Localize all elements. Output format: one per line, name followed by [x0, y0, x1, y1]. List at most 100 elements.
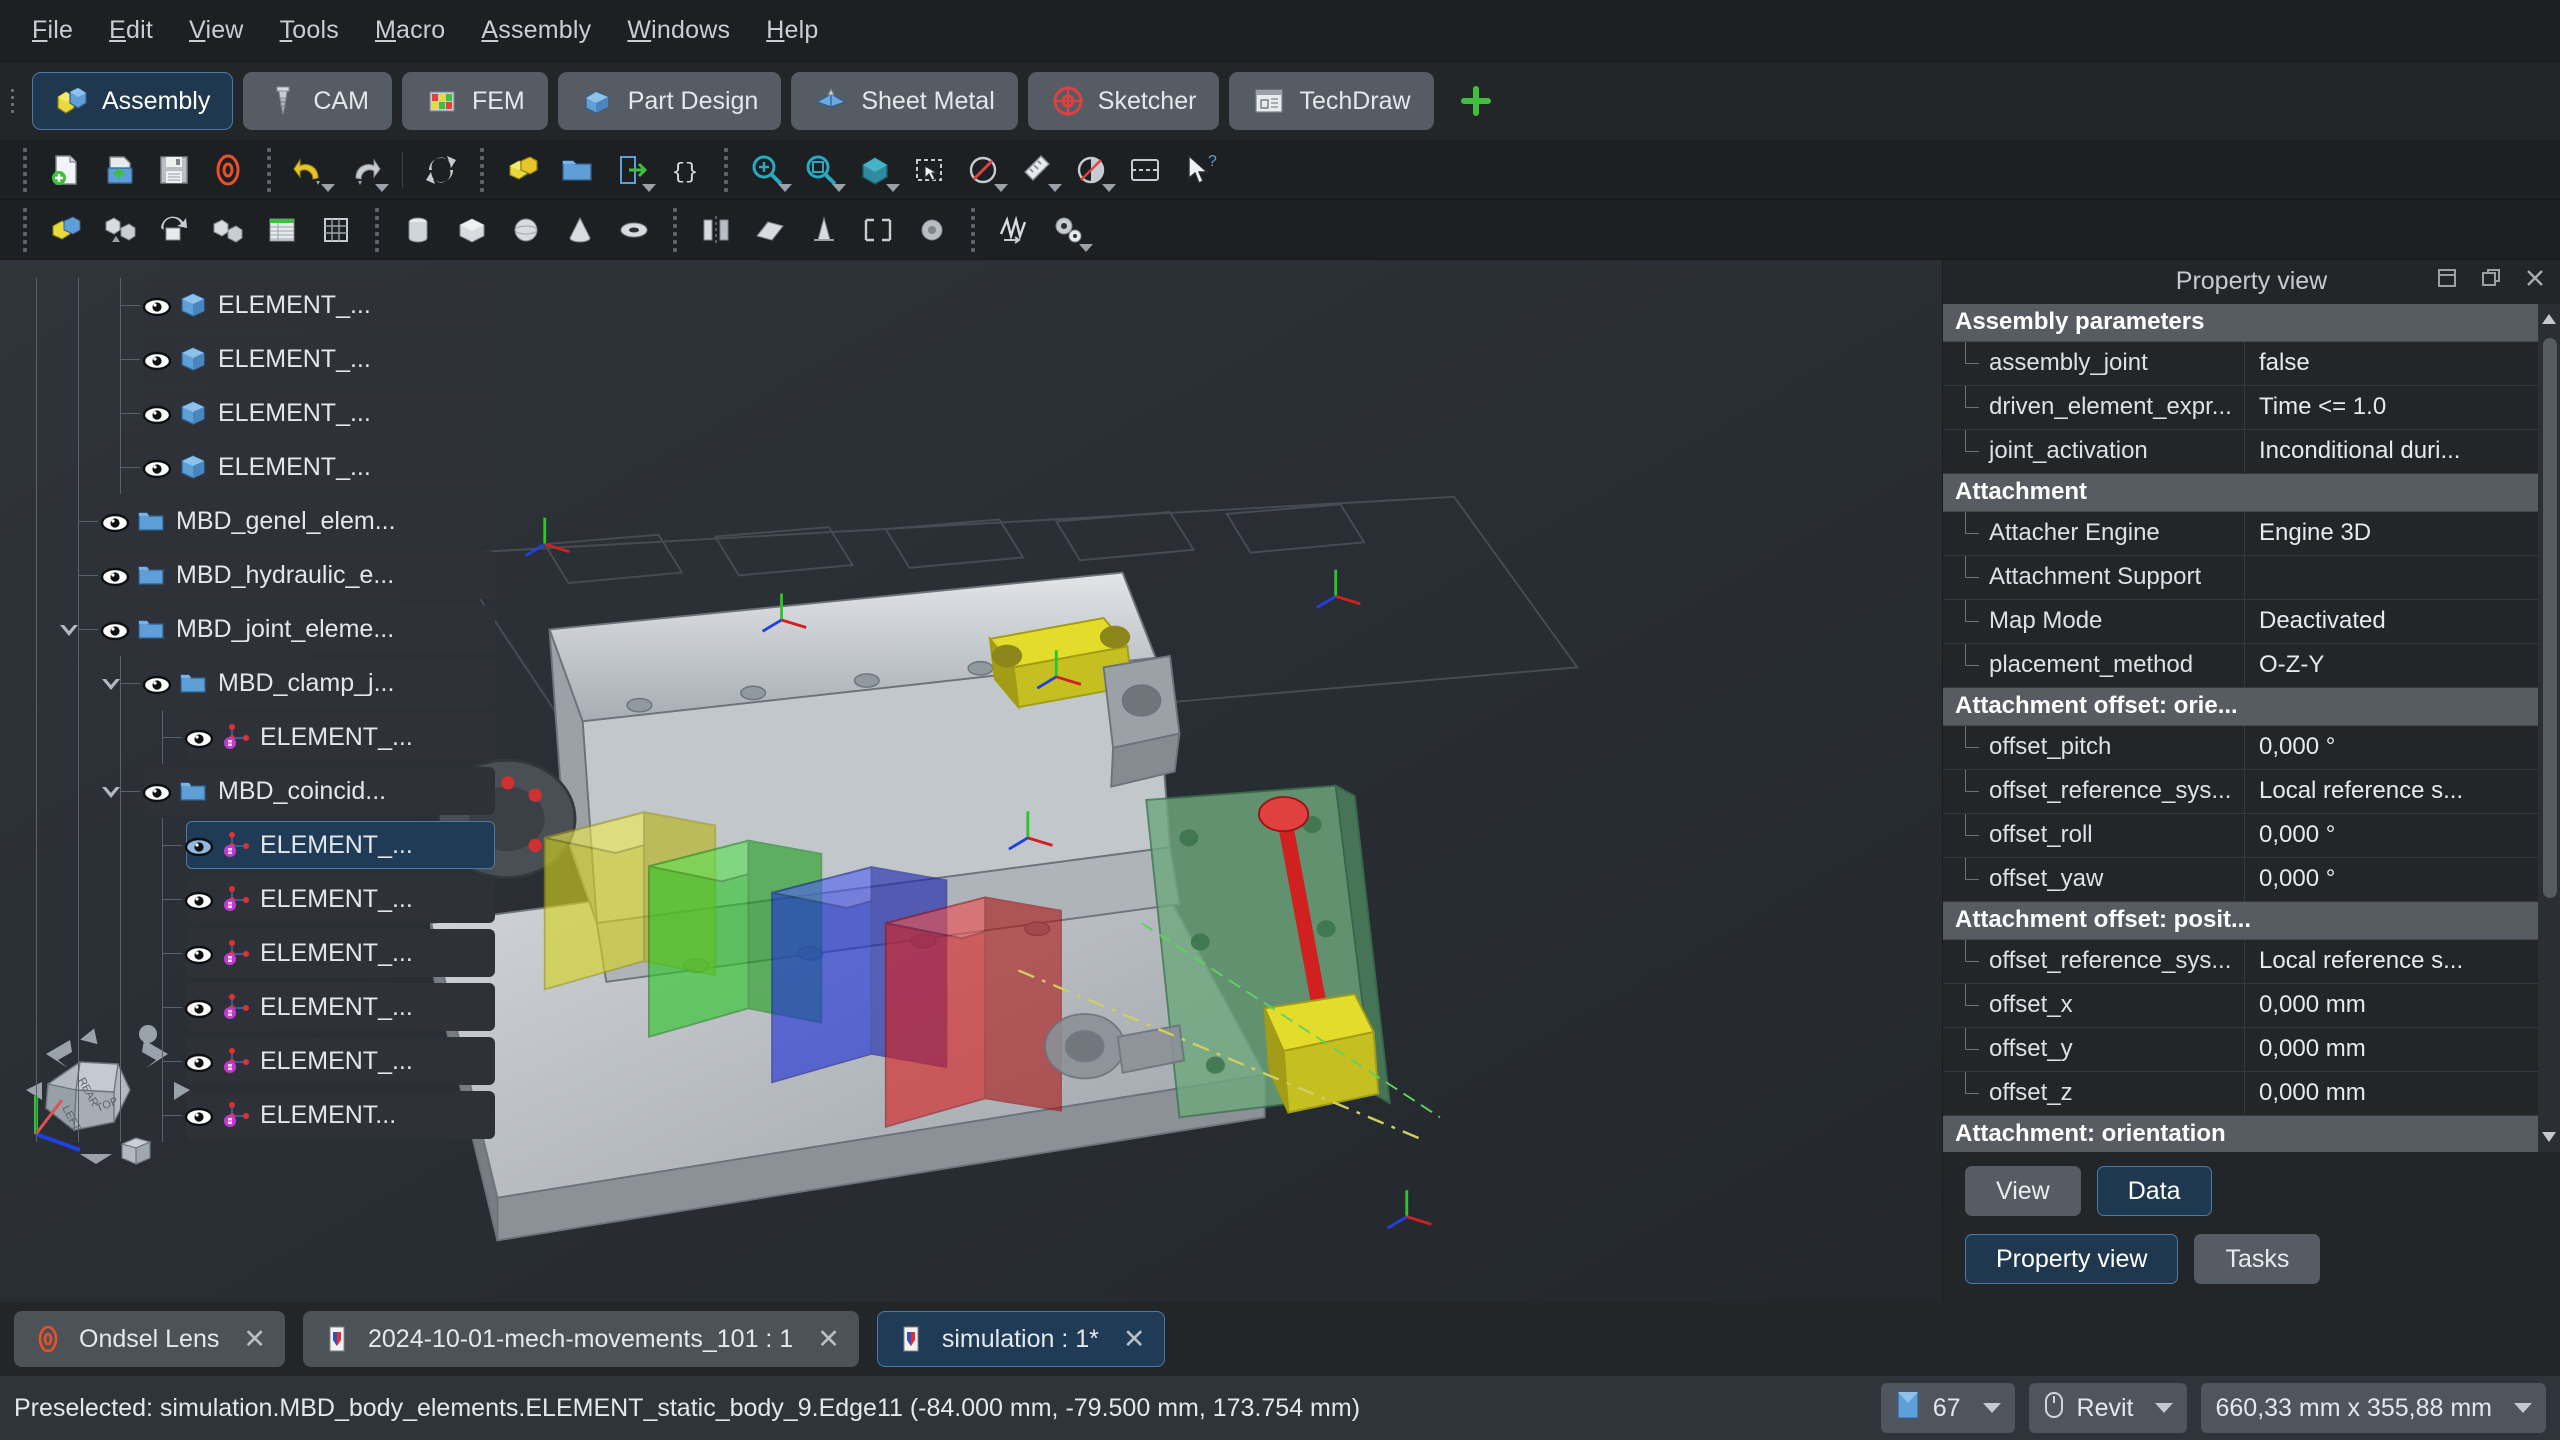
- loft-icon[interactable]: [744, 204, 796, 256]
- sphere-icon[interactable]: [500, 204, 552, 256]
- property-row[interactable]: offset_reference_sys... Local reference s…: [1943, 769, 2538, 814]
- undo-icon[interactable]: [284, 144, 336, 196]
- property-row[interactable]: joint_activation Inconditional duri...: [1943, 429, 2538, 474]
- folder-icon[interactable]: [551, 144, 603, 196]
- visibility-eye-icon[interactable]: [184, 1105, 214, 1127]
- menu-item-assembly[interactable]: Assembly: [463, 10, 609, 51]
- view-button[interactable]: View: [1965, 1166, 2081, 1216]
- draft-icon[interactable]: [798, 204, 850, 256]
- solver-icon[interactable]: [148, 204, 200, 256]
- scroll-down-arrow[interactable]: [2540, 1126, 2558, 1148]
- menu-item-macro[interactable]: Macro: [357, 10, 463, 51]
- menu-item-windows[interactable]: Windows: [609, 10, 748, 51]
- toggle-grid-icon[interactable]: [310, 204, 362, 256]
- mirror-icon[interactable]: [690, 204, 742, 256]
- workbench-tab-fem[interactable]: FEM: [401, 72, 548, 130]
- property-value[interactable]: 0,000 °: [2245, 726, 2538, 769]
- property-value[interactable]: Engine 3D: [2245, 512, 2538, 555]
- gears-icon[interactable]: [1042, 204, 1094, 256]
- navigation-cube[interactable]: REAR LEFT TOP: [18, 1012, 198, 1172]
- chevron-down-icon[interactable]: [832, 183, 846, 192]
- property-value[interactable]: Local reference s...: [2245, 770, 2538, 813]
- tree-item[interactable]: ELEMENT_...: [0, 278, 495, 332]
- visibility-eye-icon[interactable]: [142, 781, 172, 803]
- property-value[interactable]: 0,000 °: [2245, 814, 2538, 857]
- tree-item[interactable]: ELEMENT_...: [0, 440, 495, 494]
- statusbar-dimension-readout[interactable]: 660,33 mm x 355,88 mm: [2201, 1383, 2546, 1433]
- property-value[interactable]: Deactivated: [2245, 600, 2538, 643]
- add-workbench-button[interactable]: [1452, 77, 1500, 125]
- visibility-eye-icon[interactable]: [184, 889, 214, 911]
- visibility-eye-icon[interactable]: [184, 835, 214, 857]
- ondsel-lens-icon[interactable]: [202, 144, 254, 196]
- chevron-down-icon[interactable]: [98, 779, 124, 805]
- tree-item[interactable]: ELEMENT_...: [0, 332, 495, 386]
- chevron-down-icon[interactable]: [1079, 243, 1093, 252]
- property-row[interactable]: offset_pitch 0,000 °: [1943, 725, 2538, 770]
- property-group-header[interactable]: Attachment offset: posit...: [1943, 901, 2538, 940]
- 3d-viewport[interactable]: ELEMENT_... ELEMENT_... ELEMENT_... ELEMENT…: [0, 260, 1942, 1302]
- tree-item[interactable]: MBD_genel_elem...: [0, 494, 495, 548]
- float-icon[interactable]: [2480, 267, 2502, 296]
- chevron-down-icon[interactable]: [1982, 1403, 2001, 1413]
- open-document-icon[interactable]: [94, 144, 146, 196]
- chevron-down-icon[interactable]: [321, 183, 335, 192]
- transform-icon[interactable]: [852, 204, 904, 256]
- tree-item[interactable]: ELEMENT_...: [0, 818, 495, 872]
- visibility-eye-icon[interactable]: [184, 943, 214, 965]
- chevron-down-icon[interactable]: [1102, 183, 1116, 192]
- tree-item[interactable]: ELEMENT_...: [0, 872, 495, 926]
- torus-icon[interactable]: [608, 204, 660, 256]
- property-row[interactable]: Attacher Engine Engine 3D: [1943, 511, 2538, 556]
- data-button[interactable]: Data: [2096, 1166, 2212, 1216]
- visibility-eye-icon[interactable]: [142, 457, 172, 479]
- chevron-down-icon[interactable]: [2155, 1403, 2174, 1413]
- menu-item-help[interactable]: Help: [748, 10, 836, 51]
- workbench-tab-part-design[interactable]: Part Design: [557, 72, 782, 130]
- workbench-tab-techdraw[interactable]: TechDraw: [1229, 72, 1434, 130]
- bom-icon[interactable]: [256, 204, 308, 256]
- zoom-fit-icon[interactable]: [741, 144, 793, 196]
- chevron-down-icon[interactable]: [642, 183, 656, 192]
- property-view-button[interactable]: Property view: [1965, 1234, 2179, 1284]
- export-icon[interactable]: [605, 144, 657, 196]
- tree-item[interactable]: ELEMENT_...: [0, 926, 495, 980]
- property-group-header[interactable]: Assembly parameters: [1943, 303, 2538, 342]
- redo-icon[interactable]: [338, 144, 390, 196]
- tree-item[interactable]: MBD_joint_eleme...: [0, 602, 495, 656]
- visibility-eye-icon[interactable]: [142, 673, 172, 695]
- property-table[interactable]: Assembly parameters assembly_joint false dr…: [1943, 303, 2560, 1152]
- statusbar-view-counter[interactable]: 67: [1880, 1383, 2015, 1433]
- refresh-icon[interactable]: [415, 144, 467, 196]
- property-value[interactable]: false: [2245, 342, 2538, 385]
- statusbar-navigation-style[interactable]: Revit: [2028, 1383, 2188, 1433]
- property-row[interactable]: offset_y 0,000 mm: [1943, 1027, 2538, 1072]
- chevron-down-icon[interactable]: [98, 671, 124, 697]
- visibility-eye-icon[interactable]: [142, 349, 172, 371]
- property-value[interactable]: Inconditional duri...: [2245, 430, 2538, 473]
- scrollbar-thumb[interactable]: [2543, 337, 2557, 898]
- menu-item-file[interactable]: File: [14, 10, 91, 51]
- visibility-eye-icon[interactable]: [184, 727, 214, 749]
- close-icon[interactable]: ✕: [243, 1324, 266, 1355]
- close-icon[interactable]: ✕: [1123, 1324, 1146, 1355]
- new-document-icon[interactable]: [40, 144, 92, 196]
- property-value[interactable]: 0,000 mm: [2245, 984, 2538, 1027]
- chevron-down-icon[interactable]: [778, 183, 792, 192]
- property-value[interactable]: O-Z-Y: [2245, 644, 2538, 687]
- visibility-eye-icon[interactable]: [100, 619, 130, 641]
- document-tab[interactable]: 2024-10-01-mech-movements_101 : 1 ✕: [303, 1311, 859, 1367]
- std-workbench-icon[interactable]: [497, 144, 549, 196]
- property-row[interactable]: offset_yaw 0,000 °: [1943, 857, 2538, 902]
- property-group-header[interactable]: Attachment offset: orie...: [1943, 687, 2538, 726]
- chevron-down-icon[interactable]: [1048, 183, 1062, 192]
- measure-icon[interactable]: [1011, 144, 1063, 196]
- chevron-down-icon[interactable]: [886, 183, 900, 192]
- zoom-selection-icon[interactable]: [795, 144, 847, 196]
- property-row[interactable]: driven_element_expr... Time <= 1.0: [1943, 385, 2538, 430]
- property-value[interactable]: Local reference s...: [2245, 940, 2538, 983]
- restore-icon[interactable]: [2436, 267, 2458, 296]
- property-value[interactable]: 0,000 mm: [2245, 1072, 2538, 1115]
- visibility-eye-icon[interactable]: [142, 295, 172, 317]
- spring-icon[interactable]: [988, 204, 1040, 256]
